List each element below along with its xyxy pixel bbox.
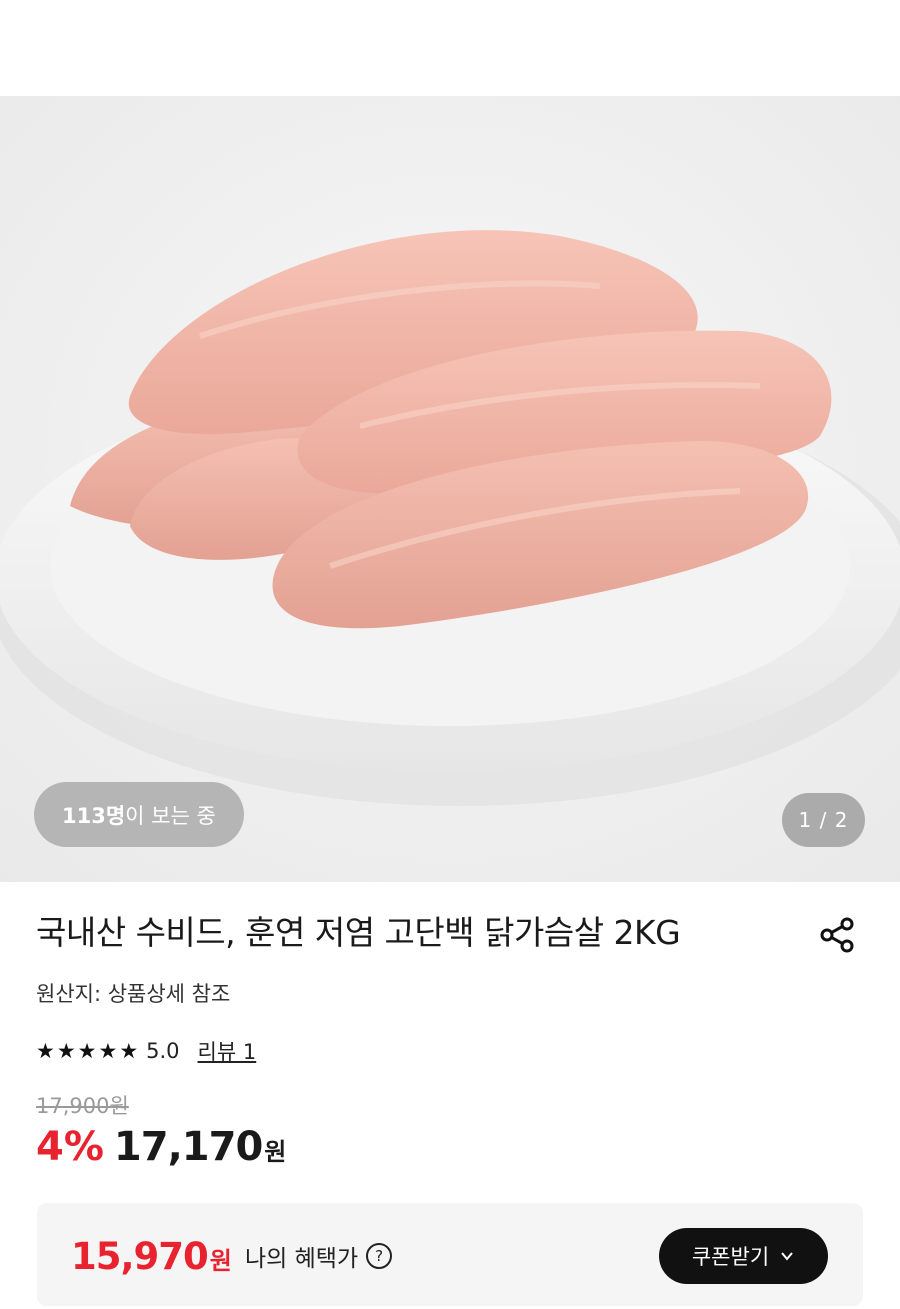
- sale-price-row: 4% 17,170 원: [36, 1124, 286, 1170]
- rating-score: 5.0: [146, 1039, 180, 1063]
- star-icon: ★: [36, 1038, 55, 1063]
- star-icon: ★: [56, 1038, 76, 1063]
- top-spacer: [0, 0, 900, 96]
- review-link[interactable]: 리뷰 1: [198, 1036, 257, 1066]
- help-icon[interactable]: ?: [366, 1243, 393, 1269]
- get-coupon-button[interactable]: 쿠폰받기: [659, 1228, 828, 1284]
- coupon-button-label: 쿠폰받기: [691, 1245, 770, 1269]
- image-page-indicator: 1 / 2: [782, 793, 865, 847]
- product-title: 국내산 수비드, 훈연 저염 고단백 닭가슴살 2KG: [36, 913, 681, 952]
- star-icon: ★: [119, 1038, 139, 1063]
- share-button[interactable]: [814, 912, 860, 958]
- rating-row: ★ ★ ★ ★ ★ 5.0 리뷰 1: [36, 1034, 256, 1068]
- benefit-price: 15,970 원: [71, 1235, 232, 1278]
- share-icon: [820, 917, 854, 953]
- star-icon: ★: [98, 1038, 118, 1063]
- viewers-suffix: 이 보는 중: [125, 803, 216, 828]
- product-photo: [0, 96, 900, 882]
- discount-rate: 4%: [36, 1124, 104, 1170]
- origin-info: 원산지: 상품상세 참조: [36, 982, 231, 1006]
- benefit-unit: 원: [209, 1247, 232, 1275]
- product-image-gallery[interactable]: [0, 96, 900, 882]
- benefit-amount: 15,970: [71, 1235, 209, 1278]
- star-icon: ★: [77, 1038, 97, 1063]
- sale-price: 17,170: [113, 1124, 263, 1170]
- benefit-label: 나의 혜택가: [245, 1246, 359, 1272]
- live-viewers-badge: 113명 이 보는 중: [34, 782, 244, 847]
- sale-price-unit: 원: [264, 1138, 287, 1166]
- viewers-count: 113명: [62, 803, 126, 828]
- chevron-down-icon: [781, 1252, 793, 1261]
- benefit-price-box: 15,970 원 나의 혜택가 ? 쿠폰받기: [37, 1203, 863, 1306]
- benefit-label-group: 나의 혜택가 ?: [245, 1239, 393, 1273]
- original-price: 17,900원: [36, 1094, 129, 1118]
